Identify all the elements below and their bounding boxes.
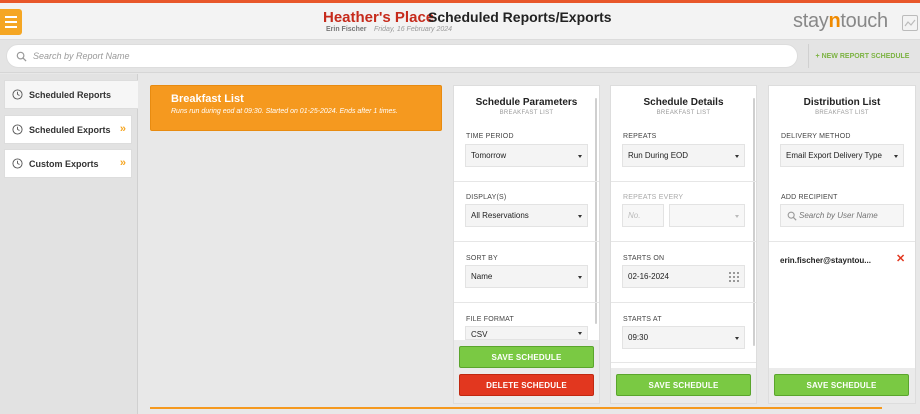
sidebar-item-label: Scheduled Exports: [29, 124, 111, 135]
caret-down-icon: [735, 155, 739, 158]
recipient-email: erin.fischer@stayntou...: [780, 256, 871, 265]
sort-by-select[interactable]: Name: [465, 265, 588, 288]
report-title: Breakfast List: [171, 93, 244, 105]
panel-subtitle: BREAKFAST LIST: [656, 110, 711, 116]
caret-down-icon: [894, 155, 898, 158]
save-schedule-button[interactable]: SAVE SCHEDULE: [459, 346, 594, 368]
divider: [769, 241, 915, 242]
panel-title: Schedule Parameters: [475, 97, 578, 108]
close-icon[interactable]: ✕: [896, 254, 905, 265]
sidebar: Scheduled Reports Scheduled Exports » Cu…: [0, 74, 138, 414]
divider: [454, 302, 599, 303]
user-name: Erin Fischer: [326, 26, 367, 33]
search-box[interactable]: [6, 44, 798, 68]
caret-down-icon: [578, 155, 582, 158]
search-icon: [787, 211, 797, 221]
add-recipient-label: ADD RECIPIENT: [781, 194, 838, 201]
distribution-list-panel: Distribution List BREAKFAST LIST DELIVER…: [768, 85, 916, 404]
repeats-select[interactable]: Run During EOD: [622, 144, 745, 167]
panel-subtitle: BREAKFAST LIST: [815, 110, 869, 116]
panel-title: Distribution List: [803, 97, 881, 108]
recipient-search-input[interactable]: [799, 211, 899, 220]
double-chevron-right-icon: »: [119, 157, 126, 169]
business-date: Friday, 16 February 2024: [374, 26, 453, 33]
sort-by-label: SORT BY: [466, 255, 498, 262]
search-bar: + NEW REPORT SCHEDULE: [0, 40, 920, 73]
sidebar-item-label: Custom Exports: [29, 158, 99, 169]
divider: [454, 181, 599, 182]
hotel-name[interactable]: Heather's Place: [323, 9, 434, 26]
delivery-method-label: DELIVERY METHOD: [781, 133, 851, 140]
file-format-label: FILE FORMAT: [466, 316, 514, 323]
orange-divider: [150, 407, 882, 409]
parameters-button-area: SAVE SCHEDULE DELETE SCHEDULE: [454, 340, 599, 403]
repeats-every-label: REPEATS EVERY: [623, 194, 684, 201]
time-period-select[interactable]: Tomorrow: [465, 144, 588, 167]
caret-down-icon: [578, 332, 582, 335]
sidebar-item-scheduled-reports[interactable]: Scheduled Reports: [4, 80, 138, 109]
divider: [454, 241, 599, 242]
starts-on-label: STARTS ON: [623, 255, 665, 262]
clock-icon: [12, 158, 23, 169]
search-input[interactable]: [33, 48, 773, 64]
panel-title: Schedule Details: [643, 97, 724, 108]
menu-button[interactable]: [0, 9, 22, 35]
sidebar-item-custom-exports[interactable]: Custom Exports »: [4, 149, 132, 178]
divider: [611, 362, 756, 363]
starts-at-select[interactable]: 09:30: [622, 326, 745, 349]
starts-on-date-field[interactable]: 02-16-2024: [622, 265, 745, 288]
top-header: Heather's Place Scheduled Reports/Export…: [0, 3, 920, 40]
divider: [611, 181, 756, 182]
repeats-label: REPEATS: [623, 133, 657, 140]
scrollbar[interactable]: [595, 98, 597, 324]
report-card-breakfast-list[interactable]: Breakfast List Runs run during eod at 09…: [150, 85, 442, 131]
report-description: Runs run during eod at 09:30. Started on…: [171, 108, 398, 115]
caret-down-icon: [735, 215, 739, 218]
details-button-area: SAVE SCHEDULE: [611, 368, 756, 403]
page-title: Scheduled Reports/Exports: [428, 9, 612, 25]
chart-icon[interactable]: [902, 15, 918, 31]
schedule-parameters-panel: Schedule Parameters BREAKFAST LIST TIME …: [453, 85, 600, 404]
caret-down-icon: [578, 215, 582, 218]
distribution-button-area: SAVE SCHEDULE: [769, 368, 915, 403]
repeats-every-number-input[interactable]: No.: [622, 204, 664, 227]
caret-down-icon: [578, 276, 582, 279]
search-icon: [16, 51, 27, 62]
sidebar-item-scheduled-exports[interactable]: Scheduled Exports »: [4, 115, 132, 144]
stayntouch-logo: stayntouch: [793, 10, 888, 32]
display-label: DISPLAY(S): [466, 194, 507, 201]
hamburger-icon-bar: [5, 26, 17, 28]
clock-icon: [12, 124, 23, 135]
schedule-details-panel: Schedule Details BREAKFAST LIST REPEATS …: [610, 85, 757, 404]
save-schedule-button[interactable]: SAVE SCHEDULE: [774, 374, 909, 396]
file-format-select[interactable]: CSV: [465, 326, 588, 340]
recipient-search-field[interactable]: [780, 204, 904, 227]
save-schedule-button[interactable]: SAVE SCHEDULE: [616, 374, 751, 396]
hamburger-icon-bar: [5, 16, 17, 18]
clock-icon: [12, 89, 23, 100]
calendar-icon[interactable]: [729, 272, 739, 282]
divider: [611, 241, 756, 242]
starts-at-label: STARTS AT: [623, 316, 662, 323]
delete-schedule-button[interactable]: DELETE SCHEDULE: [459, 374, 594, 396]
new-report-schedule-button[interactable]: + NEW REPORT SCHEDULE: [808, 44, 916, 68]
display-select[interactable]: All Reservations: [465, 204, 588, 227]
sidebar-item-label: Scheduled Reports: [29, 89, 112, 100]
hamburger-icon-bar: [5, 21, 17, 23]
caret-down-icon: [735, 337, 739, 340]
panel-subtitle: BREAKFAST LIST: [499, 110, 554, 116]
double-chevron-right-icon: »: [119, 123, 126, 135]
divider: [611, 302, 756, 303]
repeats-every-unit-select[interactable]: [669, 204, 745, 227]
delivery-method-select[interactable]: Email Export Delivery Type: [780, 144, 904, 167]
time-period-label: TIME PERIOD: [466, 133, 514, 140]
scrollbar[interactable]: [753, 98, 755, 346]
